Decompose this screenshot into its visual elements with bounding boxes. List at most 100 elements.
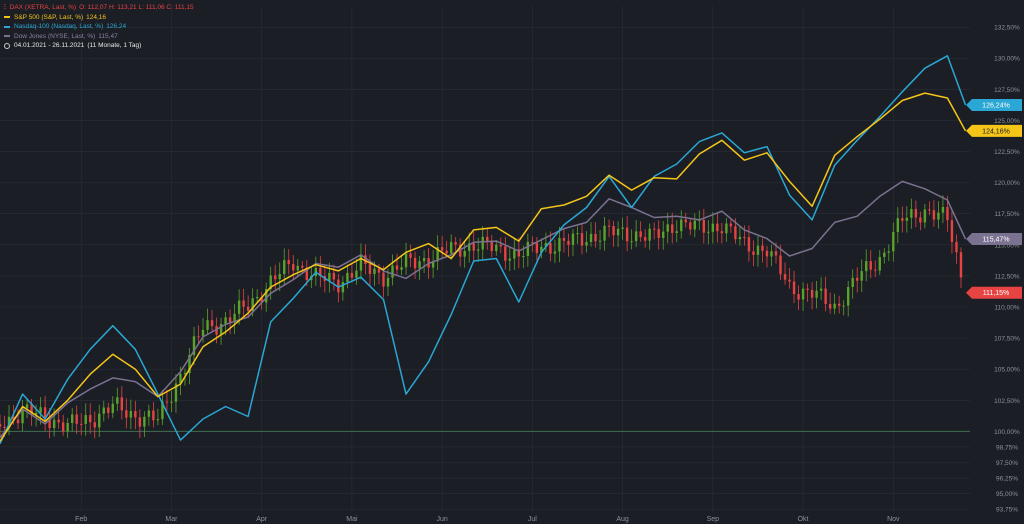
dax-candle-body (756, 245, 760, 255)
legend-range[interactable]: 04.01.2021 - 26.11.2021 (11 Monate, 1 Ta… (4, 41, 194, 51)
dax-candle-body (598, 240, 602, 242)
legend-dax[interactable]: ⫶ DAX (XETRA, Last, %) O: 112,07 H: 113,… (4, 3, 194, 13)
dax-candle-body (865, 261, 868, 272)
dax-candle-body (630, 241, 633, 243)
dax-candle-body (625, 227, 629, 242)
dax-candle-body (589, 233, 593, 242)
legend-dow-value: 115,47 (98, 32, 118, 40)
dax-candle-body (274, 275, 277, 280)
dax-candle-body (395, 265, 399, 270)
x-tick-label: Jul (528, 516, 537, 523)
dax-candle-body (224, 317, 227, 324)
dax-candle-body (463, 250, 466, 257)
dax-candle-body (833, 303, 836, 309)
dax-candle-body (810, 289, 814, 298)
legend-sp500[interactable]: S&P 500 (S&P, Last, %) 124,16 (4, 13, 194, 23)
dax-candle-body (57, 419, 60, 423)
y-tick-label: 132,50% (994, 25, 1020, 32)
dax-candle-body (585, 241, 588, 246)
dax-candle-body (246, 306, 250, 311)
y-tick-label: 93,75% (996, 507, 1018, 514)
x-tick-label: Aug (616, 516, 629, 523)
dax-candle-body (846, 287, 850, 306)
dax-candle-body (201, 329, 205, 337)
dax-candle-body (716, 223, 719, 232)
dax-candle-body (25, 404, 29, 409)
legend-dow[interactable]: Dow Jones (NYSE, Last, %) 115,47 (4, 32, 194, 42)
dax-candle-body (720, 231, 724, 234)
dax-candle-body (66, 422, 69, 432)
dax-candle-body (61, 422, 65, 432)
dax-candle-body (842, 305, 845, 307)
dax-candle-body (165, 401, 169, 403)
dax-candle-body (910, 208, 913, 218)
value-tag-label: 115,47% (982, 236, 1009, 243)
dax-candle-body (666, 224, 669, 232)
dax-candle-body (549, 242, 552, 254)
dax-candle-body (400, 267, 403, 270)
dax-candle-body (959, 252, 963, 278)
dax-candle-body (950, 220, 954, 242)
dax-candle-body (89, 415, 92, 423)
dax-candle-body (287, 260, 290, 265)
dax-candle-body (70, 414, 74, 423)
dax-candle-body (328, 272, 331, 281)
y-tick-label: 122,50% (994, 149, 1020, 156)
legend-dax-label: DAX (XETRA, Last, %) (9, 4, 77, 11)
dax-candle-body (788, 279, 791, 282)
dax-candle-body (481, 236, 484, 250)
legend-range-period: (11 Monate, 1 Tag) (87, 42, 142, 49)
dax-candle-body (120, 397, 124, 411)
dax-candle-body (892, 231, 895, 252)
y-tick-label: 107,50% (994, 336, 1020, 343)
dax-candle-body (206, 320, 209, 330)
dax-candle-body (242, 300, 245, 307)
y-tick-label: 117,50% (994, 211, 1019, 218)
dax-candle-body (571, 233, 575, 245)
dax-candle-body (278, 274, 281, 280)
dax-candle-body (928, 209, 931, 211)
value-tag-label: 124,16% (982, 128, 1010, 135)
dax-candle-body (355, 270, 358, 278)
dax-candle-body (923, 209, 927, 223)
y-tick-label: 97,50% (996, 460, 1018, 467)
dax-candle-body (955, 241, 958, 253)
legend-sp500-label: S&P 500 (S&P, Last, %) (14, 13, 84, 21)
dax-candle-body (815, 290, 818, 298)
clock-icon (4, 42, 10, 49)
dax-candle-body (558, 237, 561, 252)
dax-candle-body (134, 411, 137, 418)
legend-nasdaq-label: Nasdaq-100 (Nasdaq, Last, %) (14, 23, 104, 30)
chart-legend: ⫶ DAX (XETRA, Last, %) O: 112,07 H: 113,… (4, 3, 194, 51)
x-tick-label: Jun (436, 516, 447, 523)
dax-candle-body (373, 268, 376, 275)
dax-candle-body (747, 237, 751, 252)
dax-candle-body (102, 407, 105, 414)
dax-candle-body (350, 272, 354, 278)
dax-candle-body (828, 304, 832, 309)
dax-candle-body (941, 207, 945, 213)
dax-candle-body (513, 249, 516, 259)
y-tick-label: 105,00% (994, 367, 1020, 374)
dax-candle-body (887, 251, 890, 253)
dax-candle-body (634, 231, 638, 242)
dax-candle-body (386, 277, 390, 287)
dax-candle-body (693, 220, 696, 230)
legend-nasdaq[interactable]: Nasdaq-100 (Nasdaq, Last, %) 126,24 (4, 22, 194, 32)
dax-candle-body (422, 258, 426, 262)
dax-candle-body (52, 419, 56, 429)
dax-candle-body (341, 282, 345, 293)
x-tick-label: Sep (707, 516, 720, 523)
dax-candle-body (16, 419, 20, 424)
y-tick-label: 96,25% (996, 476, 1018, 483)
dax-candle-body (404, 253, 408, 268)
dax-candle-body (603, 225, 606, 241)
dax-candle-body (80, 423, 83, 425)
dax-candle-body (477, 249, 480, 251)
dax-candle-body (495, 244, 498, 252)
value-tag-dow: 115,47% (966, 232, 1022, 245)
dax-candle-body (819, 288, 823, 291)
y-tick-label: 102,50% (994, 398, 1020, 405)
dax-candle-body (743, 236, 746, 238)
dax-candle-body (292, 264, 295, 271)
